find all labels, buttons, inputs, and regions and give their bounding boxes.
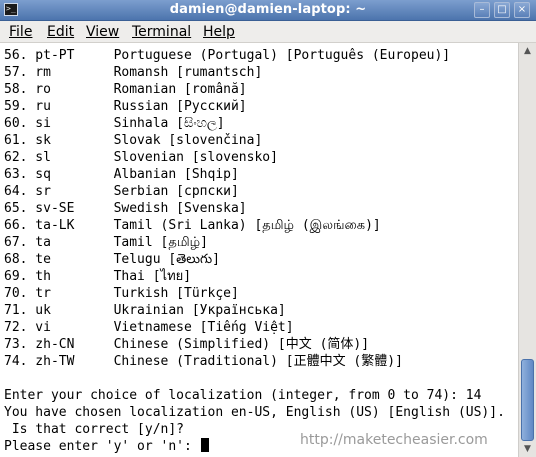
menu-view[interactable]: View <box>86 24 119 40</box>
locale-line: 73. zh-CN Chinese (Simplified) [中文 (简体)] <box>4 337 370 352</box>
menu-file-label: File <box>9 24 33 40</box>
scroll-thumb[interactable] <box>521 359 534 441</box>
menu-terminal-label: Terminal <box>132 24 192 40</box>
chosen-localization-line: You have chosen localization en-US, Engl… <box>4 405 505 420</box>
locale-line: 71. uk Ukrainian [Українська] <box>4 303 286 318</box>
locale-line: 67. ta Tamil [தமிழ்] <box>4 235 208 250</box>
menu-bar: File Edit View Terminal Help <box>0 21 536 43</box>
locale-line: 69. th Thai [ไทย] <box>4 269 192 284</box>
watermark: http://maketecheasier.com <box>300 432 488 448</box>
locale-line: 56. pt-PT Portuguese (Portugal) [Portugu… <box>4 48 451 63</box>
input-prompt-line[interactable]: Please enter 'y' or 'n': <box>4 438 209 455</box>
locale-line: 61. sk Slovak [slovenčina] <box>4 133 263 148</box>
confirm-question-line: Is that correct [y/n]? <box>4 422 185 437</box>
locale-line: 63. sq Albanian [Shqip] <box>4 167 239 182</box>
menu-help-label: Help <box>203 24 235 40</box>
locale-line: 59. ru Russian [Русский] <box>4 99 247 114</box>
scroll-up-arrow-icon[interactable]: ▲ <box>521 45 534 57</box>
locale-line: 58. ro Romanian [română] <box>4 82 247 97</box>
text-cursor <box>200 438 209 452</box>
locale-line: 65. sv-SE Swedish [Svenska] <box>4 201 247 216</box>
menu-terminal[interactable]: Terminal <box>132 24 191 40</box>
menu-help[interactable]: Help <box>203 24 235 40</box>
locale-line: 64. sr Serbian [српски] <box>4 184 239 199</box>
locale-line: 62. sl Slovenian [slovensko] <box>4 150 278 165</box>
locale-line: 68. te Telugu [తెలుగు] <box>4 252 220 267</box>
terminal-window: >_ damien@damien-laptop: ~ – □ × File Ed… <box>0 0 536 457</box>
locale-line: 72. vi Vietnamese [Tiếng Việt] <box>4 320 294 335</box>
menu-edit[interactable]: Edit <box>47 24 74 40</box>
menu-file[interactable]: File <box>9 24 32 40</box>
locale-line: 70. tr Turkish [Türkçe] <box>4 286 239 301</box>
locale-line: 57. rm Romansh [rumantsch] <box>4 65 263 80</box>
maximize-button[interactable]: □ <box>494 2 510 18</box>
window-title: damien@damien-laptop: ~ <box>169 2 367 17</box>
terminal-output[interactable]: 56. pt-PT Portuguese (Portugal) [Portugu… <box>0 43 518 457</box>
input-prompt-text: Please enter 'y' or 'n': <box>4 439 200 454</box>
vertical-scrollbar[interactable]: ▲ ▼ <box>518 43 536 457</box>
menu-edit-label: Edit <box>47 24 75 40</box>
minimize-button[interactable]: – <box>474 2 490 18</box>
locale-line: 74. zh-TW Chinese (Traditional) [正體中文 (繁… <box>4 354 403 369</box>
scroll-down-arrow-icon[interactable]: ▼ <box>521 443 534 455</box>
title-bar[interactable]: >_ damien@damien-laptop: ~ – □ × <box>0 0 536 21</box>
locale-line: 66. ta-LK Tamil (Sri Lanka) [தமிழ் (இலங்… <box>4 218 381 233</box>
close-button[interactable]: × <box>514 2 530 18</box>
choice-prompt-line: Enter your choice of localization (integ… <box>4 388 482 403</box>
locale-line: 60. si Sinhala [සිංහල] <box>4 116 225 131</box>
menu-view-label: View <box>86 24 120 40</box>
